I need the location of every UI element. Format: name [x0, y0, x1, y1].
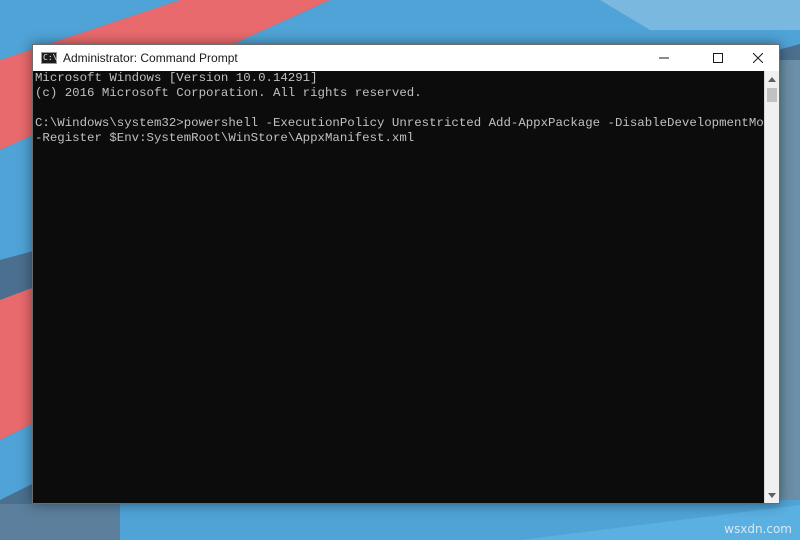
cmd-icon-glyph: C:\ [43, 53, 58, 62]
scroll-down-button[interactable] [765, 487, 779, 503]
console-line: C:\Windows\system32>powershell -Executio… [35, 116, 764, 130]
close-button[interactable] [735, 45, 781, 71]
window-title: Administrator: Command Prompt [63, 51, 238, 65]
scroll-up-button[interactable] [765, 71, 779, 87]
command-prompt-window[interactable]: C:\ Administrator: Command Prompt Micros… [32, 44, 780, 504]
close-icon [753, 53, 763, 63]
console-line: -Register $Env:SystemRoot\WinStore\AppxM… [35, 131, 415, 145]
scroll-up-arrow-icon [768, 76, 776, 82]
console-line: Microsoft Windows [Version 10.0.14291] [35, 71, 318, 85]
minimize-button[interactable] [641, 45, 687, 71]
watermark-text: wsxdn.com [724, 522, 792, 536]
cmd-icon: C:\ [41, 52, 57, 64]
maximize-icon [713, 53, 723, 63]
scroll-thumb[interactable] [767, 88, 777, 102]
console-output[interactable]: Microsoft Windows [Version 10.0.14291] (… [33, 71, 764, 503]
minimize-icon [659, 57, 669, 59]
title-bar[interactable]: C:\ Administrator: Command Prompt [33, 45, 779, 71]
scroll-down-arrow-icon [768, 492, 776, 498]
console-line: (c) 2016 Microsoft Corporation. All righ… [35, 86, 422, 100]
vertical-scrollbar[interactable] [764, 71, 779, 503]
